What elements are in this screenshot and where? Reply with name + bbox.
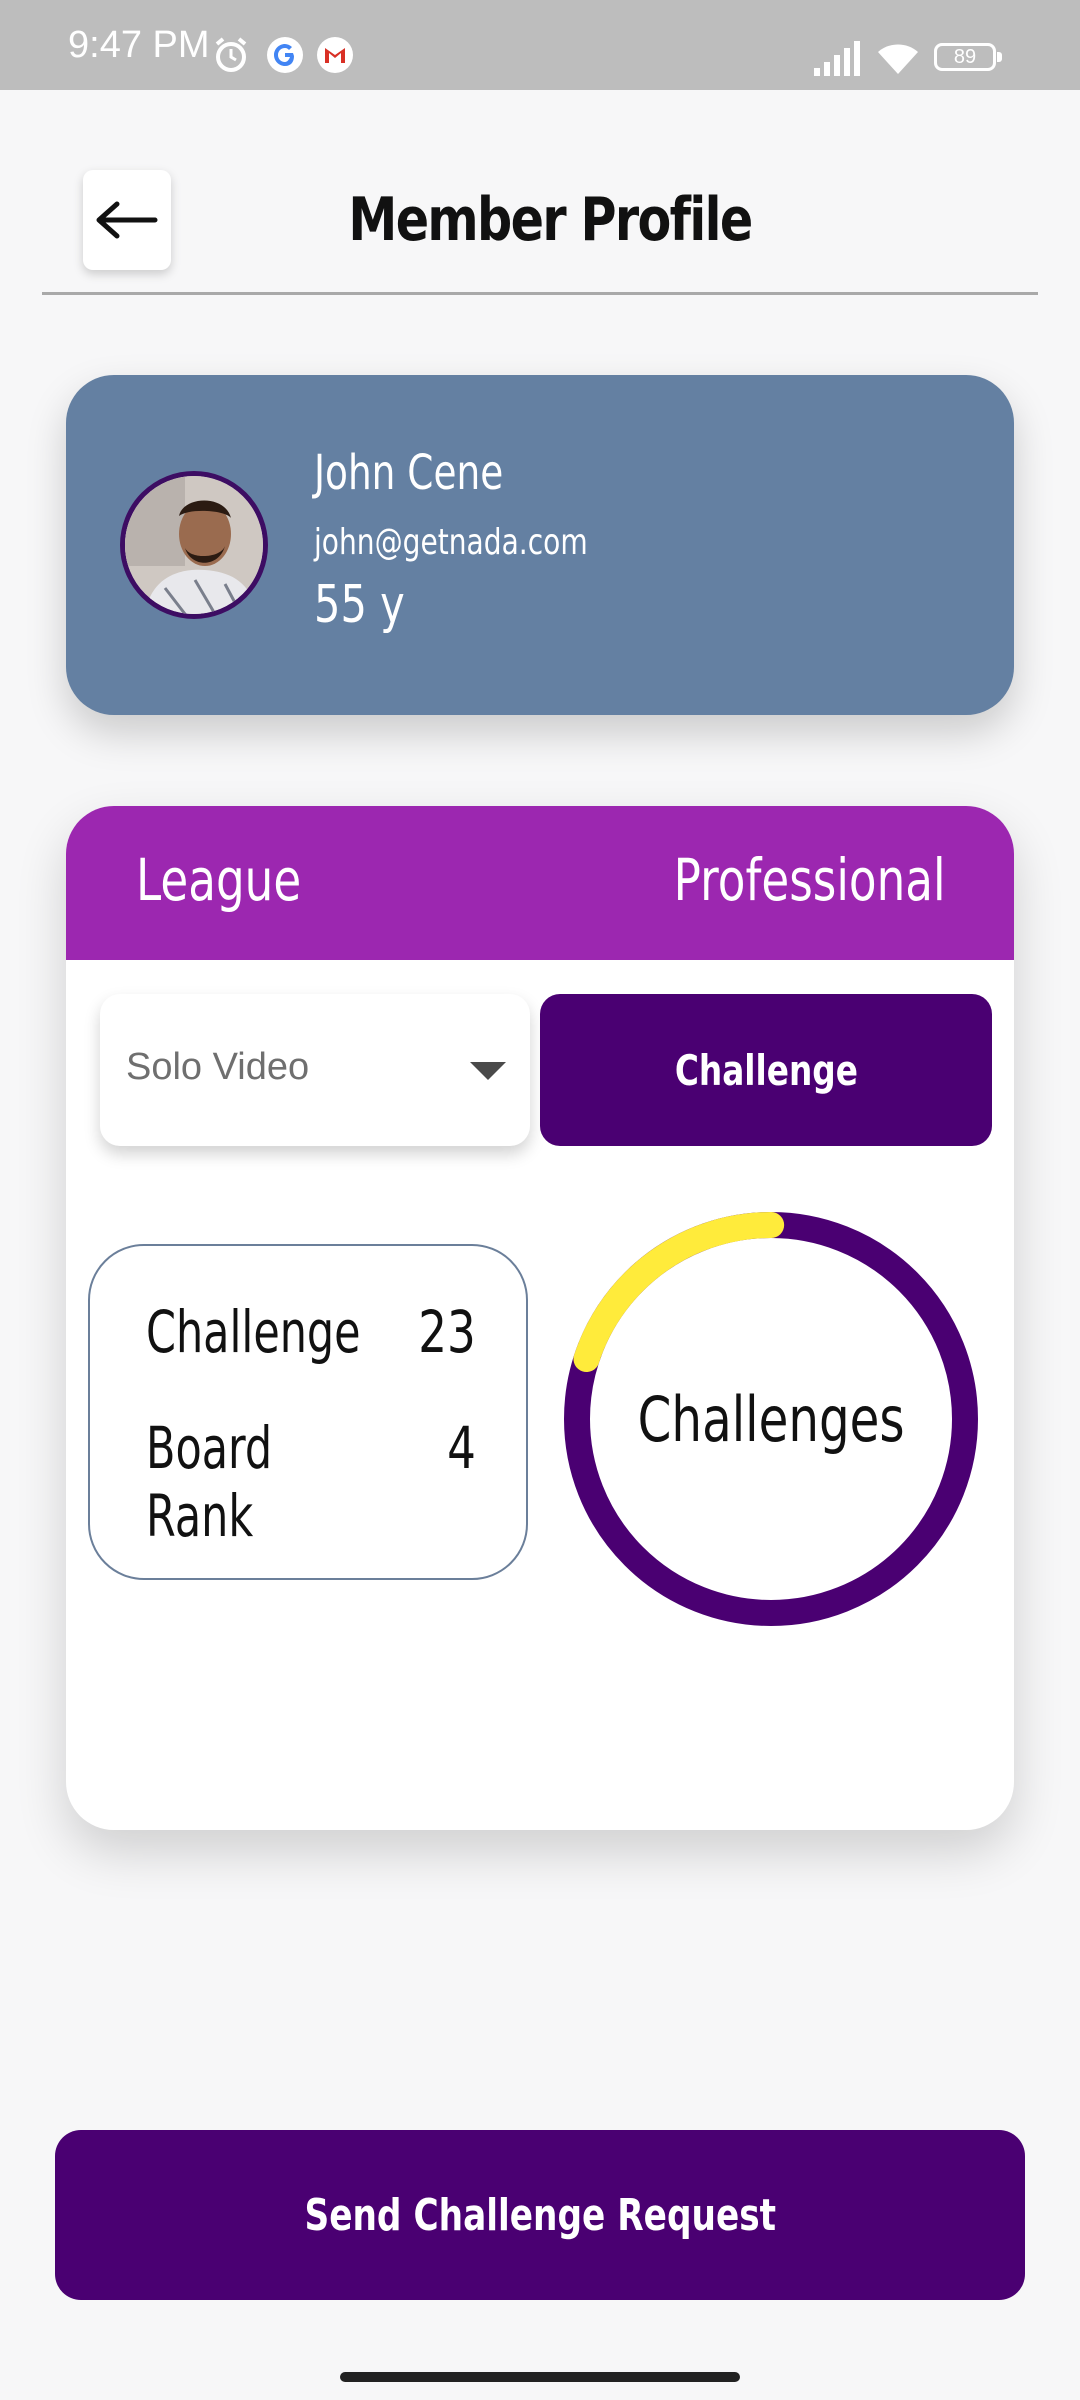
header-divider [42, 292, 1038, 295]
challenge-button[interactable]: Challenge [540, 994, 992, 1146]
send-challenge-request-button[interactable]: Send Challenge Request [55, 2130, 1025, 2300]
gesture-nav-handle[interactable] [340, 2372, 740, 2382]
profile-card: John Cene john@getnada.com 55 y [66, 375, 1014, 715]
signal-icon [814, 41, 860, 76]
status-time: 9:47 PM [68, 24, 210, 66]
google-icon [267, 37, 303, 73]
stat-row-challenge: Challenge 23 [146, 1298, 476, 1368]
page-title: Member Profile [348, 185, 753, 255]
select-value: Solo Video [126, 1046, 310, 1088]
profile-photo [125, 476, 263, 614]
status-bar: 9:47 PM 89 [0, 0, 1080, 90]
dropdown-arrow-icon [470, 1062, 506, 1080]
profile-name: John Cene [314, 445, 504, 501]
stat-value: 23 [418, 1298, 476, 1366]
back-button[interactable] [83, 170, 171, 270]
league-header: League Professional [66, 806, 1014, 960]
alarm-icon [215, 37, 247, 72]
league-card: League Professional Solo Video Challenge… [66, 806, 1014, 1830]
challenges-donut: Challenges [556, 1204, 986, 1634]
stat-label: Board Rank [146, 1414, 273, 1550]
gmail-icon [317, 37, 353, 73]
league-value: Professional [674, 846, 946, 914]
stat-label: Challenge [146, 1298, 361, 1366]
donut-label: Challenges [637, 1382, 905, 1456]
stat-row-board-rank: Board Rank 4 [146, 1414, 476, 1550]
stat-value: 4 [447, 1414, 476, 1482]
video-type-select[interactable]: Solo Video [100, 994, 530, 1146]
profile-age: 55 y [314, 575, 405, 635]
battery-icon: 89 [934, 43, 1002, 71]
avatar [120, 471, 268, 619]
wifi-icon [878, 44, 918, 74]
challenge-button-label: Challenge [674, 1045, 858, 1095]
stats-box: Challenge 23 Board Rank 4 [88, 1244, 528, 1580]
league-label: League [136, 846, 302, 914]
send-button-label: Send Challenge Request [304, 2189, 776, 2241]
profile-email: john@getnada.com [314, 522, 588, 563]
arrow-left-icon [96, 201, 158, 239]
